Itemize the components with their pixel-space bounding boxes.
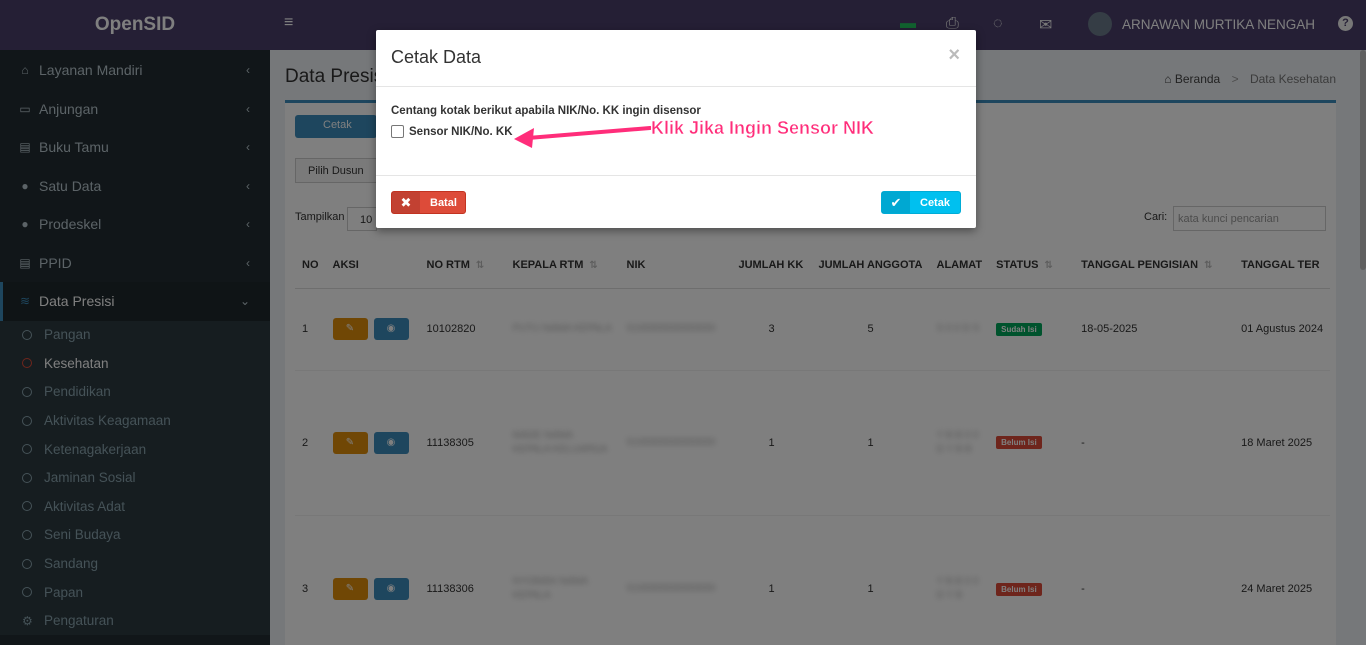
annotation-text: Klik Jika Ingin Sensor NIK xyxy=(651,118,875,139)
modal-title: Cetak Data xyxy=(391,47,482,67)
sensor-checkbox-label[interactable]: Sensor NIK/No. KK xyxy=(409,126,513,138)
cancel-button[interactable]: ✖ Batal xyxy=(391,191,466,214)
print-confirm-button[interactable]: ✔ Cetak xyxy=(881,191,961,214)
sensor-checkbox[interactable] xyxy=(391,125,404,138)
close-icon: ✖ xyxy=(392,192,420,213)
modal-footer: ✖ Batal ✔ Cetak xyxy=(376,175,976,228)
cancel-button-label: Batal xyxy=(430,196,457,209)
check-icon: ✔ xyxy=(882,192,910,213)
print-confirm-label: Cetak xyxy=(920,196,950,209)
close-icon[interactable]: × xyxy=(948,44,960,67)
modal-header: Cetak Data × xyxy=(376,30,976,87)
sensor-note: Centang kotak berikut apabila NIK/No. KK… xyxy=(391,105,701,117)
annotation-arrow-icon xyxy=(514,126,652,148)
